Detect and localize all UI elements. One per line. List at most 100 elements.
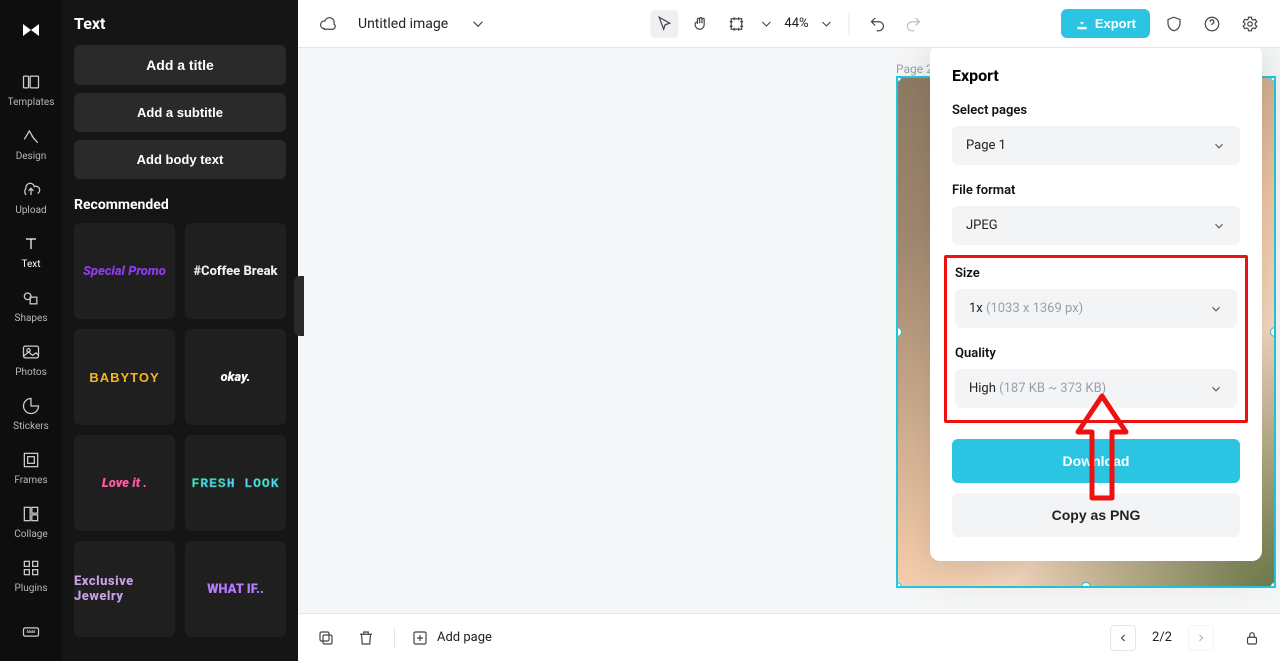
thumb-babytoy[interactable]: BABYTOY <box>74 329 175 425</box>
stickers-icon <box>19 394 43 418</box>
add-body-button[interactable]: Add body text <box>74 140 286 179</box>
chevron-down-icon <box>1209 302 1223 316</box>
rail-stickers-label: Stickers <box>13 421 49 432</box>
thumb-fresh-look[interactable]: FRESH LOOK <box>185 435 286 531</box>
add-page-button[interactable]: Add page <box>411 629 492 647</box>
thumb-label: BABYTOY <box>89 370 159 385</box>
artboard-chevron-down-icon[interactable] <box>758 10 774 38</box>
artboard-tool[interactable] <box>722 10 750 38</box>
file-format-label: File format <box>952 183 1240 198</box>
thumb-special-promo[interactable]: Special Promo <box>74 223 175 319</box>
rail-collage[interactable]: Collage <box>0 494 62 548</box>
top-toolbar: Untitled image 44% Export <box>298 0 1280 48</box>
add-title-button[interactable]: Add a title <box>74 45 286 85</box>
file-format-value: JPEG <box>966 218 998 233</box>
thumb-label: FRESH LOOK <box>191 476 279 491</box>
app-logo[interactable] <box>13 12 49 48</box>
cursor-tool[interactable] <box>650 10 678 38</box>
left-rail: Templates Design Upload Text Shapes Phot… <box>0 0 62 661</box>
thumb-label: Special Promo <box>83 264 166 279</box>
select-pages-label: Select pages <box>952 103 1240 118</box>
rail-text[interactable]: Text <box>0 224 62 278</box>
next-page-button[interactable] <box>1188 625 1214 651</box>
resize-handle-tr[interactable] <box>1270 76 1276 82</box>
zoom-chevron-down-icon[interactable] <box>819 10 835 38</box>
rail-design-label: Design <box>16 151 47 162</box>
chevron-down-icon <box>1209 382 1223 396</box>
undo-button[interactable] <box>864 10 892 38</box>
help-icon[interactable] <box>1198 10 1226 38</box>
thumb-what-if[interactable]: WHAT IF.. <box>185 541 286 637</box>
settings-icon[interactable] <box>1236 10 1264 38</box>
photos-icon <box>19 340 43 364</box>
rail-shapes[interactable]: Shapes <box>0 278 62 332</box>
shapes-icon <box>19 286 43 310</box>
prev-page-button[interactable] <box>1110 625 1136 651</box>
rail-plugins-label: Plugins <box>15 583 48 594</box>
recommended-heading: Recommended <box>74 197 286 213</box>
size-dropdown[interactable]: 1x (1033 x 1369 px) <box>955 289 1237 328</box>
rail-plugins[interactable]: Plugins <box>0 548 62 602</box>
thumb-okay[interactable]: okay. <box>185 329 286 425</box>
main-area: Untitled image 44% Export <box>298 0 1280 661</box>
resize-handle-tl[interactable] <box>896 76 902 82</box>
add-page-label: Add page <box>437 630 492 645</box>
title-chevron-down-icon[interactable] <box>464 10 492 38</box>
rail-bottom[interactable] <box>0 612 62 661</box>
redo-button[interactable] <box>900 10 928 38</box>
thumb-label: Love it . <box>102 476 147 491</box>
rail-design[interactable]: Design <box>0 116 62 170</box>
size-label: Size <box>955 266 1237 281</box>
download-button[interactable]: Download <box>952 439 1240 483</box>
quality-dropdown[interactable]: High (187 KB ~ 373 KB) <box>955 369 1237 408</box>
thumb-love-it[interactable]: Love it . <box>74 435 175 531</box>
resize-handle-mr[interactable] <box>1270 327 1276 337</box>
add-subtitle-button[interactable]: Add a subtitle <box>74 93 286 132</box>
select-pages-dropdown[interactable]: Page 1 <box>952 126 1240 165</box>
canvas-page-label: Page 2 <box>896 62 933 76</box>
thumb-label: Exclusive Jewelry <box>74 574 175 604</box>
design-icon <box>19 124 43 148</box>
zoom-level[interactable]: 44% <box>782 16 810 31</box>
layers-button[interactable] <box>314 626 338 650</box>
thumb-label: WHAT IF.. <box>207 582 264 597</box>
rail-upload[interactable]: Upload <box>0 170 62 224</box>
resize-handle-ml[interactable] <box>896 327 902 337</box>
recommended-grid: Special Promo #Coffee Break BABYTOY okay… <box>74 223 286 637</box>
keyboard-icon <box>19 620 43 644</box>
divider <box>394 627 395 649</box>
delete-button[interactable] <box>354 626 378 650</box>
copy-as-png-button[interactable]: Copy as PNG <box>952 493 1240 537</box>
thumb-label: okay. <box>221 370 251 385</box>
rail-templates[interactable]: Templates <box>0 62 62 116</box>
collage-icon <box>19 502 43 526</box>
rail-upload-label: Upload <box>15 205 46 216</box>
plugins-icon <box>19 556 43 580</box>
export-panel: Export Select pages Page 1 File format J… <box>930 48 1262 561</box>
annotation-highlight-box: Size 1x (1033 x 1369 px) Quality High (1… <box>944 255 1248 423</box>
cloud-save-icon[interactable] <box>314 10 342 38</box>
thumb-exclusive-jewelry[interactable]: Exclusive Jewelry <box>74 541 175 637</box>
text-icon <box>19 232 43 256</box>
lock-button[interactable] <box>1240 626 1264 650</box>
file-format-dropdown[interactable]: JPEG <box>952 206 1240 245</box>
rail-photos-label: Photos <box>15 367 47 378</box>
thumb-coffee-break[interactable]: #Coffee Break <box>185 223 286 319</box>
canvas-area[interactable]: Page 2 <box>298 48 1280 613</box>
hand-tool[interactable] <box>686 10 714 38</box>
resize-handle-mb[interactable] <box>1081 582 1091 588</box>
bottom-bar: Add page 2/2 <box>298 613 1280 661</box>
rail-photos[interactable]: Photos <box>0 332 62 386</box>
chevron-down-icon <box>1212 139 1226 153</box>
resize-handle-bl[interactable] <box>896 582 902 588</box>
page-count: 2/2 <box>1152 630 1172 645</box>
export-button[interactable]: Export <box>1061 9 1150 38</box>
panel-title: Text <box>74 14 286 33</box>
shield-icon[interactable] <box>1160 10 1188 38</box>
rail-stickers[interactable]: Stickers <box>0 386 62 440</box>
project-title[interactable]: Untitled image <box>352 16 454 32</box>
rail-text-label: Text <box>21 259 40 270</box>
rail-frames[interactable]: Frames <box>0 440 62 494</box>
resize-handle-br[interactable] <box>1270 582 1276 588</box>
templates-icon <box>19 70 43 94</box>
